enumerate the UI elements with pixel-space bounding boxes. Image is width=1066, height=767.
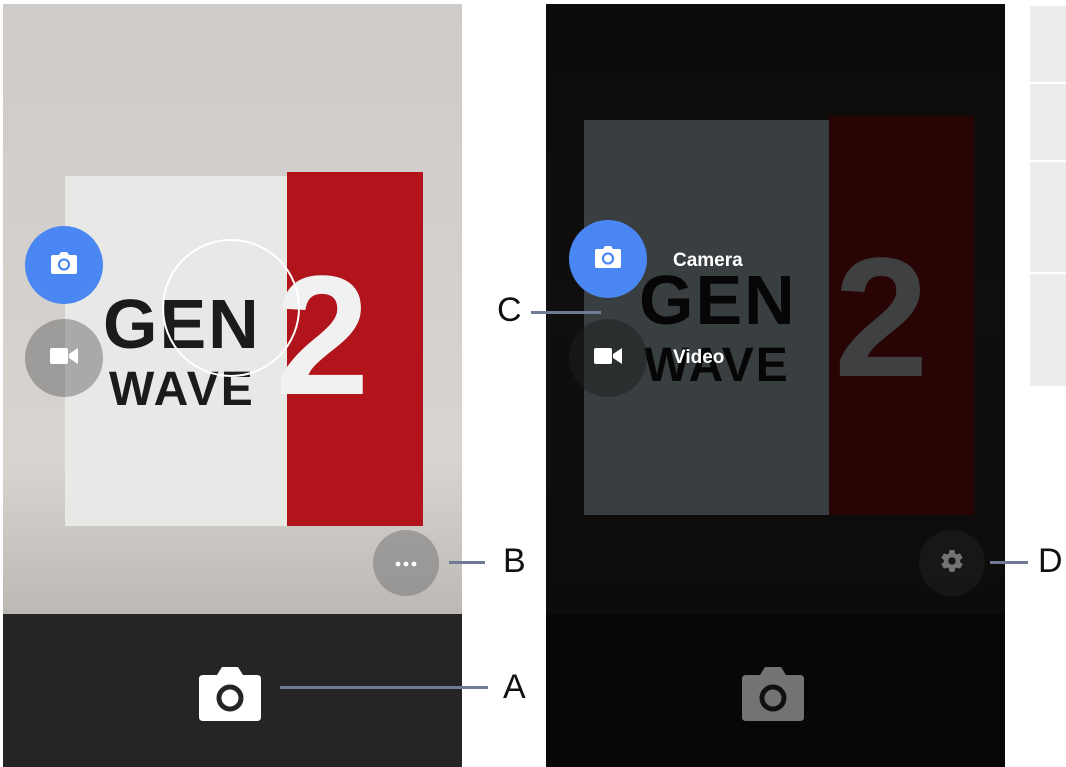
video-mode-label[interactable]: Video bbox=[673, 347, 724, 369]
bottom-control-bar bbox=[546, 614, 1005, 767]
camera-viewfinder[interactable]: 2 GEN WAVE bbox=[546, 4, 1005, 614]
focus-ring bbox=[162, 239, 300, 377]
video-camera-icon bbox=[594, 347, 622, 370]
side-panel-cell bbox=[1030, 84, 1066, 162]
side-panel-cell bbox=[1030, 274, 1066, 388]
settings-button[interactable] bbox=[919, 530, 985, 596]
side-panel-fragment bbox=[1030, 6, 1066, 388]
callout-line-d bbox=[990, 561, 1028, 564]
sign-photo: 2 GEN WAVE bbox=[584, 116, 974, 515]
camera-mode-label[interactable]: Camera bbox=[673, 250, 743, 272]
video-camera-icon bbox=[50, 347, 78, 370]
camera-mode-button[interactable] bbox=[25, 226, 103, 304]
camera-shutter-icon bbox=[199, 667, 261, 725]
callout-line-c bbox=[531, 311, 601, 314]
camera-icon bbox=[51, 251, 77, 279]
right-phone-screen: 2 GEN WAVE Camera Video bbox=[546, 4, 1005, 767]
callout-line-a bbox=[280, 686, 488, 689]
callout-label-b: B bbox=[503, 542, 526, 580]
video-mode-button[interactable] bbox=[25, 319, 103, 397]
more-options-button[interactable] bbox=[373, 530, 439, 596]
camera-icon bbox=[595, 245, 621, 273]
shutter-button[interactable] bbox=[742, 667, 804, 726]
callout-line-b bbox=[449, 561, 485, 564]
bottom-control-bar bbox=[3, 614, 462, 767]
camera-shutter-icon bbox=[742, 667, 804, 725]
sign-word-gen: GEN bbox=[639, 261, 797, 339]
left-phone-screen: 2 GEN WAVE bbox=[3, 4, 462, 767]
camera-mode-button[interactable] bbox=[569, 220, 647, 298]
camera-viewfinder[interactable]: 2 GEN WAVE bbox=[3, 4, 462, 614]
video-mode-button[interactable] bbox=[569, 319, 647, 397]
callout-label-c: C bbox=[497, 291, 522, 329]
callout-label-a: A bbox=[503, 668, 526, 706]
side-panel-cell bbox=[1030, 162, 1066, 274]
sign-digit: 2 bbox=[834, 223, 931, 413]
more-horizontal-icon bbox=[395, 554, 417, 572]
shutter-button[interactable] bbox=[199, 667, 261, 726]
callout-label-d: D bbox=[1038, 542, 1063, 580]
side-panel-cell bbox=[1030, 6, 1066, 84]
gear-icon bbox=[939, 548, 965, 579]
